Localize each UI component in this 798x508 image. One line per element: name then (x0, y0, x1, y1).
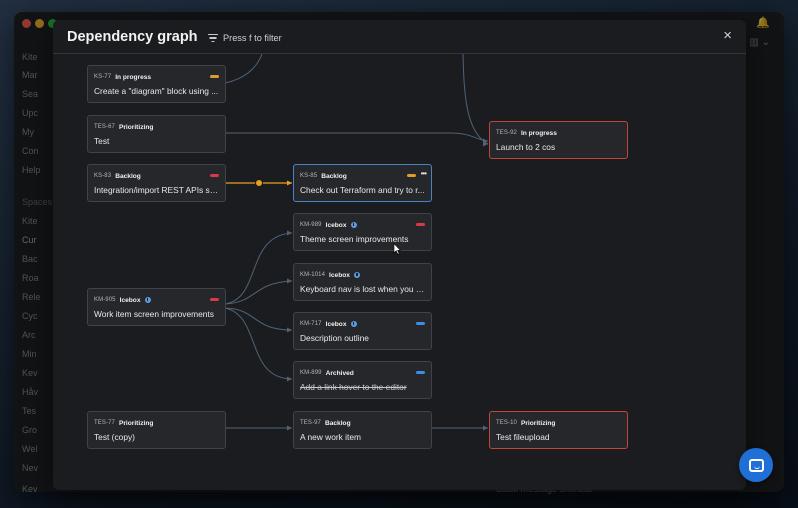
work-item-card[interactable]: KM-899 Archived Add a link hover to the e… (293, 361, 432, 399)
priority-indicator (210, 298, 219, 301)
status-label: Prioritizing (118, 123, 154, 131)
work-item-title: Work item screen improvements (94, 309, 214, 319)
work-item-id: KM-1014 (300, 272, 326, 278)
work-item-id: TES-67 (94, 124, 115, 130)
status-label: In progress (520, 129, 557, 137)
work-item-card[interactable]: KM-905 Icebox Work item screen improvemen… (87, 288, 226, 326)
work-item-id: TES-77 (94, 420, 115, 426)
status-label: Icebox (329, 271, 350, 279)
work-item-title: Theme screen improvements (300, 234, 409, 244)
work-item-title: Test (copy) (94, 432, 135, 442)
edge-km905-km989 (224, 232, 293, 305)
work-item-title: Add a link hover to the editor (300, 382, 407, 392)
work-item-title: Launch to 2 cos (496, 142, 556, 152)
work-item-id: KS-85 (300, 173, 318, 179)
work-item-title: Integration/import REST APIs sh... (94, 185, 221, 195)
work-item-id: KS-77 (94, 74, 112, 80)
work-item-card[interactable]: KM-989 Icebox Theme screen improvements (293, 213, 432, 251)
work-item-id: TES-97 (300, 420, 321, 426)
edge-arrowhead-highlight (287, 180, 292, 186)
work-item-title: Description outline (300, 333, 369, 343)
work-item-card[interactable]: TES-67 Prioritizing Test (87, 115, 226, 153)
work-item-id: KM-717 (300, 321, 322, 327)
priority-indicator (416, 371, 425, 374)
status-label: Prioritizing (118, 419, 154, 427)
work-item-card[interactable]: KS-83 Backlog Integration/import REST API… (87, 164, 226, 202)
status-label: Prioritizing (520, 419, 556, 427)
status-label: Backlog (115, 172, 141, 180)
edge-ks77-offscreen (224, 53, 263, 84)
work-item-card[interactable]: TES-97 Backlog A new work item (293, 411, 432, 449)
more-options-icon[interactable]: ••• (421, 169, 427, 178)
chat-icon (748, 458, 764, 472)
info-icon (353, 272, 360, 278)
priority-indicator (407, 174, 416, 177)
status-label: Archived (325, 369, 354, 377)
work-item-title: Keyboard nav is lost when you a... (300, 284, 427, 294)
edge-km905-km899 (224, 307, 293, 380)
work-item-card[interactable]: KS-77 In progress Create a "diagram" bloc… (87, 65, 226, 103)
work-item-card[interactable]: TES-10 Prioritizing Test fileupload (489, 411, 628, 449)
info-icon (144, 297, 151, 303)
status-label: In progress (115, 73, 152, 81)
work-item-card[interactable]: KM-717 Icebox Description outline (293, 312, 432, 350)
work-item-card-selected[interactable]: KS-85 Backlog ••• Check out Terraform and… (293, 164, 432, 202)
work-item-id: KS-83 (94, 173, 112, 179)
status-label: Icebox (119, 296, 141, 304)
priority-indicator (416, 322, 425, 325)
edge-tes67-tes92 (225, 132, 489, 142)
work-item-id: KM-899 (300, 370, 322, 376)
work-item-card[interactable]: KM-1014 Icebox Keyboard nav is lost when … (293, 263, 432, 301)
status-label: Icebox (325, 320, 347, 328)
info-icon (350, 321, 357, 327)
status-label: Backlog (324, 419, 351, 427)
work-item-card[interactable]: TES-77 Prioritizing Test (copy) (87, 411, 226, 449)
work-item-title: Check out Terraform and try to r... (300, 185, 425, 195)
status-label: Backlog (321, 172, 347, 180)
priority-indicator (210, 174, 219, 177)
work-item-id: KM-989 (300, 222, 322, 228)
info-icon (350, 222, 357, 228)
graph-canvas[interactable]: KS-77 In progress Create a "diagram" bloc… (0, 0, 798, 508)
work-item-id: KM-905 (94, 297, 116, 303)
edge-handle (255, 179, 263, 187)
support-chat-button[interactable] (739, 448, 773, 482)
work-item-title: Test fileupload (496, 432, 550, 442)
status-label: Icebox (325, 221, 347, 229)
priority-indicator (416, 223, 425, 226)
priority-indicator (210, 75, 219, 78)
work-item-title: A new work item (300, 432, 361, 442)
edge-offscreen-tes92 (462, 53, 489, 145)
work-item-id: TES-92 (496, 130, 517, 136)
work-item-id: TES-10 (496, 420, 517, 426)
edge-km905-km717 (224, 307, 293, 331)
work-item-title: Create a "diagram" block using ... (94, 86, 219, 96)
work-item-card[interactable]: TES-92 In progress Launch to 2 cos (489, 121, 628, 159)
mouse-pointer-icon (393, 243, 401, 255)
work-item-title: Test (94, 136, 110, 146)
